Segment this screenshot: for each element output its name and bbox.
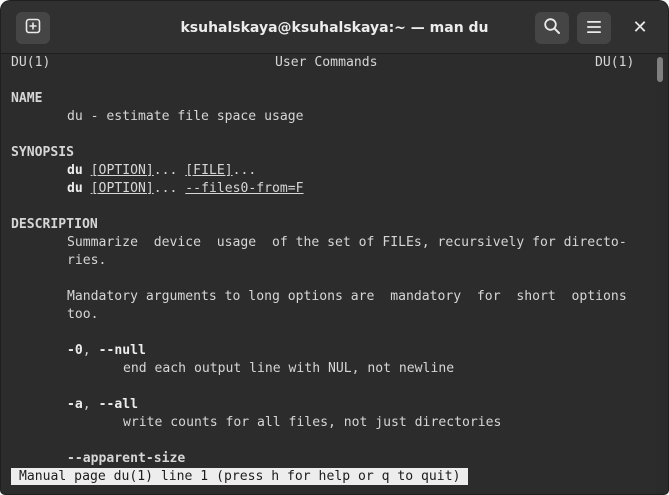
window-title: ksuhalskaya@ksuhalskaya:~ — man du [180, 20, 489, 36]
option-short: -0 [67, 343, 83, 358]
close-button[interactable]: ✕ [626, 14, 654, 42]
terminal-area[interactable]: DU(1) User Commands DU(1) NAME du - estima… [1, 54, 656, 494]
option-description: end each output line with NUL, not newli… [123, 361, 455, 376]
synopsis-option: [OPTION] [90, 181, 154, 196]
synopsis-command: du [67, 181, 83, 196]
synopsis-option: [OPTION] [90, 163, 154, 178]
synopsis-line-2: du [OPTION]... --files0-from=F [67, 180, 304, 198]
man-header-right: DU(1) [595, 55, 635, 70]
option-null: -0, --null [67, 342, 146, 360]
synopsis-ellipsis: ... [153, 163, 186, 178]
option-description: write counts for all files, not just dir… [123, 415, 502, 430]
synopsis-files0-from: --files0-from=F [185, 181, 304, 196]
description-line: ries. [67, 253, 107, 268]
close-icon: ✕ [632, 17, 648, 38]
synopsis-file: [FILE] [185, 163, 233, 178]
scrollbar-thumb[interactable] [657, 57, 663, 82]
option-separator: , [82, 397, 99, 412]
search-icon [543, 17, 561, 39]
section-heading-synopsis: SYNOPSIS [11, 145, 75, 160]
headerbar: ksuhalskaya@ksuhalskaya:~ — man du ✕ [1, 1, 668, 54]
new-tab-icon [25, 18, 41, 38]
description-line: Summarize device usage of the set of FIL… [67, 235, 627, 250]
man-header-left: DU(1) [11, 55, 51, 70]
pager-status-bar: Manual page du(1) line 1 (press h for he… [11, 468, 469, 485]
description-line: Mandatory arguments to long options are … [67, 289, 627, 304]
hamburger-menu-icon [586, 19, 602, 38]
synopsis-ellipsis: ... [232, 163, 257, 178]
description-line: too. [67, 307, 99, 322]
man-header: DU(1) User Commands DU(1) [11, 54, 641, 72]
synopsis-ellipsis: ... [153, 181, 186, 196]
search-button[interactable] [535, 12, 569, 44]
section-heading-name: NAME [11, 91, 43, 106]
synopsis-line-1: du [OPTION]... [FILE]... [67, 162, 256, 180]
new-tab-button[interactable] [16, 12, 50, 44]
section-heading-description: DESCRIPTION [11, 217, 98, 232]
option-separator: , [82, 343, 99, 358]
option-all: -a, --all [67, 396, 138, 414]
option-long: --all [98, 397, 138, 412]
main-menu-button[interactable] [577, 12, 611, 44]
option-long: --null [98, 343, 146, 358]
synopsis-command: du [67, 163, 83, 178]
option-short: -a [67, 397, 83, 412]
terminal-window: ksuhalskaya@ksuhalskaya:~ — man du ✕ DU(… [1, 1, 668, 494]
option-apparent-size: --apparent-size [67, 451, 186, 466]
man-header-center: User Commands [275, 55, 378, 70]
name-text: du - estimate file space usage [67, 109, 304, 124]
